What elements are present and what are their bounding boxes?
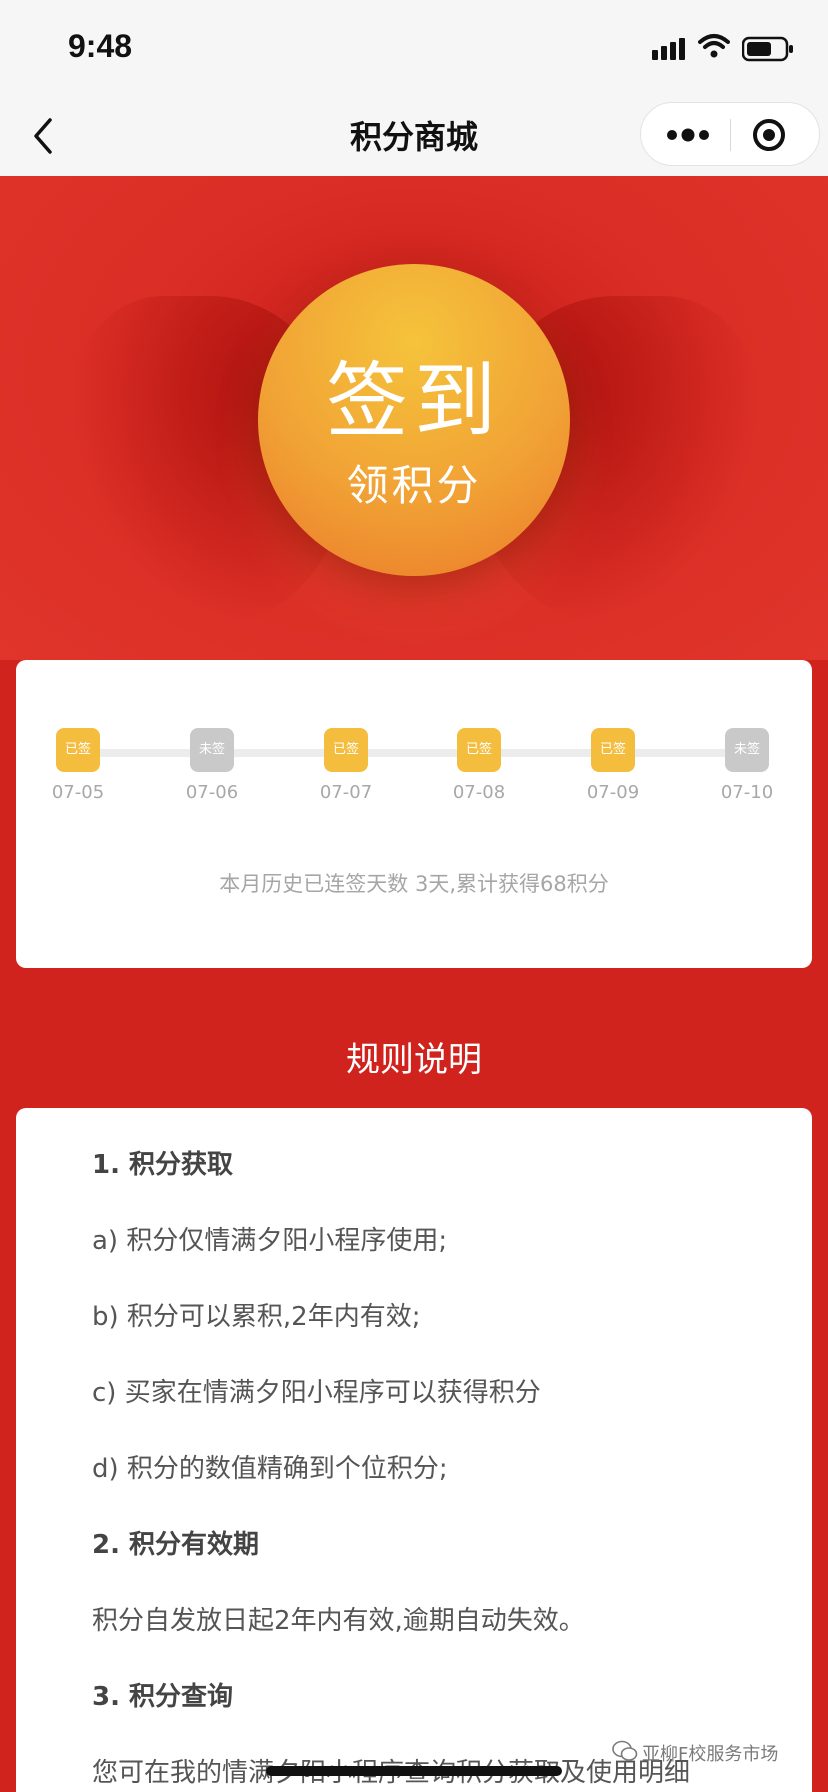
sign-in-title: 签到 <box>325 354 502 449</box>
watermark-text: 亚柳F校服务市场 <box>642 1744 779 1765</box>
rule-section-title: 1. 积分获取 <box>92 1150 234 1180</box>
rule-item: a) 积分仅情满夕阳小程序使用; <box>92 1226 448 1256</box>
day-status-badge: 已签 <box>457 728 501 772</box>
rule-item: 积分自发放日起2年内有效,逾期自动失效。 <box>92 1606 585 1636</box>
rule-item: b) 积分可以累积,2年内有效; <box>92 1302 421 1332</box>
day-status-badge: 已签 <box>56 728 100 772</box>
capsule-menu <box>640 102 820 166</box>
checkin-summary: 本月历史已连签天数 3天,累计获得68积分 <box>219 872 609 896</box>
checkin-day: 未签 07-10 <box>702 728 792 808</box>
day-date: 07-07 <box>319 782 373 803</box>
rule-section-title: 2. 积分有效期 <box>92 1530 260 1560</box>
day-status-badge: 已签 <box>324 728 368 772</box>
nav-bar: 积分商城 <box>0 96 828 176</box>
day-date: 07-10 <box>720 782 774 803</box>
checkin-day: 已签 07-08 <box>434 728 524 808</box>
home-indicator[interactable] <box>266 1766 562 1776</box>
day-status-badge: 未签 <box>725 728 769 772</box>
day-status-badge: 已签 <box>591 728 635 772</box>
status-time: 9:48 <box>68 28 133 64</box>
wifi-icon <box>698 34 730 58</box>
checkin-day: 未签 07-06 <box>167 728 257 808</box>
page: 9:48 积分商城 签到 领积分 已签 07-05 未签 07-06 已签 07… <box>0 0 828 1792</box>
wechat-icon <box>612 1740 638 1761</box>
capsule-divider <box>730 119 731 151</box>
sign-in-subtitle: 领积分 <box>346 461 482 510</box>
status-bar: 9:48 <box>0 0 828 96</box>
checkin-day: 已签 07-05 <box>33 728 123 808</box>
day-date: 07-09 <box>586 782 640 803</box>
checkin-day: 已签 07-07 <box>301 728 391 808</box>
battery-icon <box>742 36 793 62</box>
checkin-day: 已签 07-09 <box>568 728 658 808</box>
rules-heading: 规则说明 <box>346 1040 482 1080</box>
day-status-badge: 未签 <box>190 728 234 772</box>
rules-card: 1. 积分获取 a) 积分仅情满夕阳小程序使用; b) 积分可以累积,2年内有效… <box>16 1108 812 1792</box>
rule-item: c) 买家在情满夕阳小程序可以获得积分 <box>92 1378 541 1408</box>
hero-banner: 签到 领积分 <box>0 176 828 660</box>
checkin-card: 已签 07-05 未签 07-06 已签 07-07 已签 07-08 已签 0… <box>16 660 812 968</box>
sign-in-button[interactable]: 签到 领积分 <box>258 264 570 576</box>
rule-item: d) 积分的数值精确到个位积分; <box>92 1454 448 1484</box>
day-date: 07-05 <box>51 782 105 803</box>
rule-section-title: 3. 积分查询 <box>92 1682 234 1712</box>
day-date: 07-06 <box>185 782 239 803</box>
watermark: 亚柳F校服务市场 <box>612 1736 808 1772</box>
more-icon[interactable] <box>665 125 711 145</box>
day-date: 07-08 <box>452 782 506 803</box>
target-icon[interactable] <box>751 117 787 153</box>
signal-icon <box>652 38 685 60</box>
